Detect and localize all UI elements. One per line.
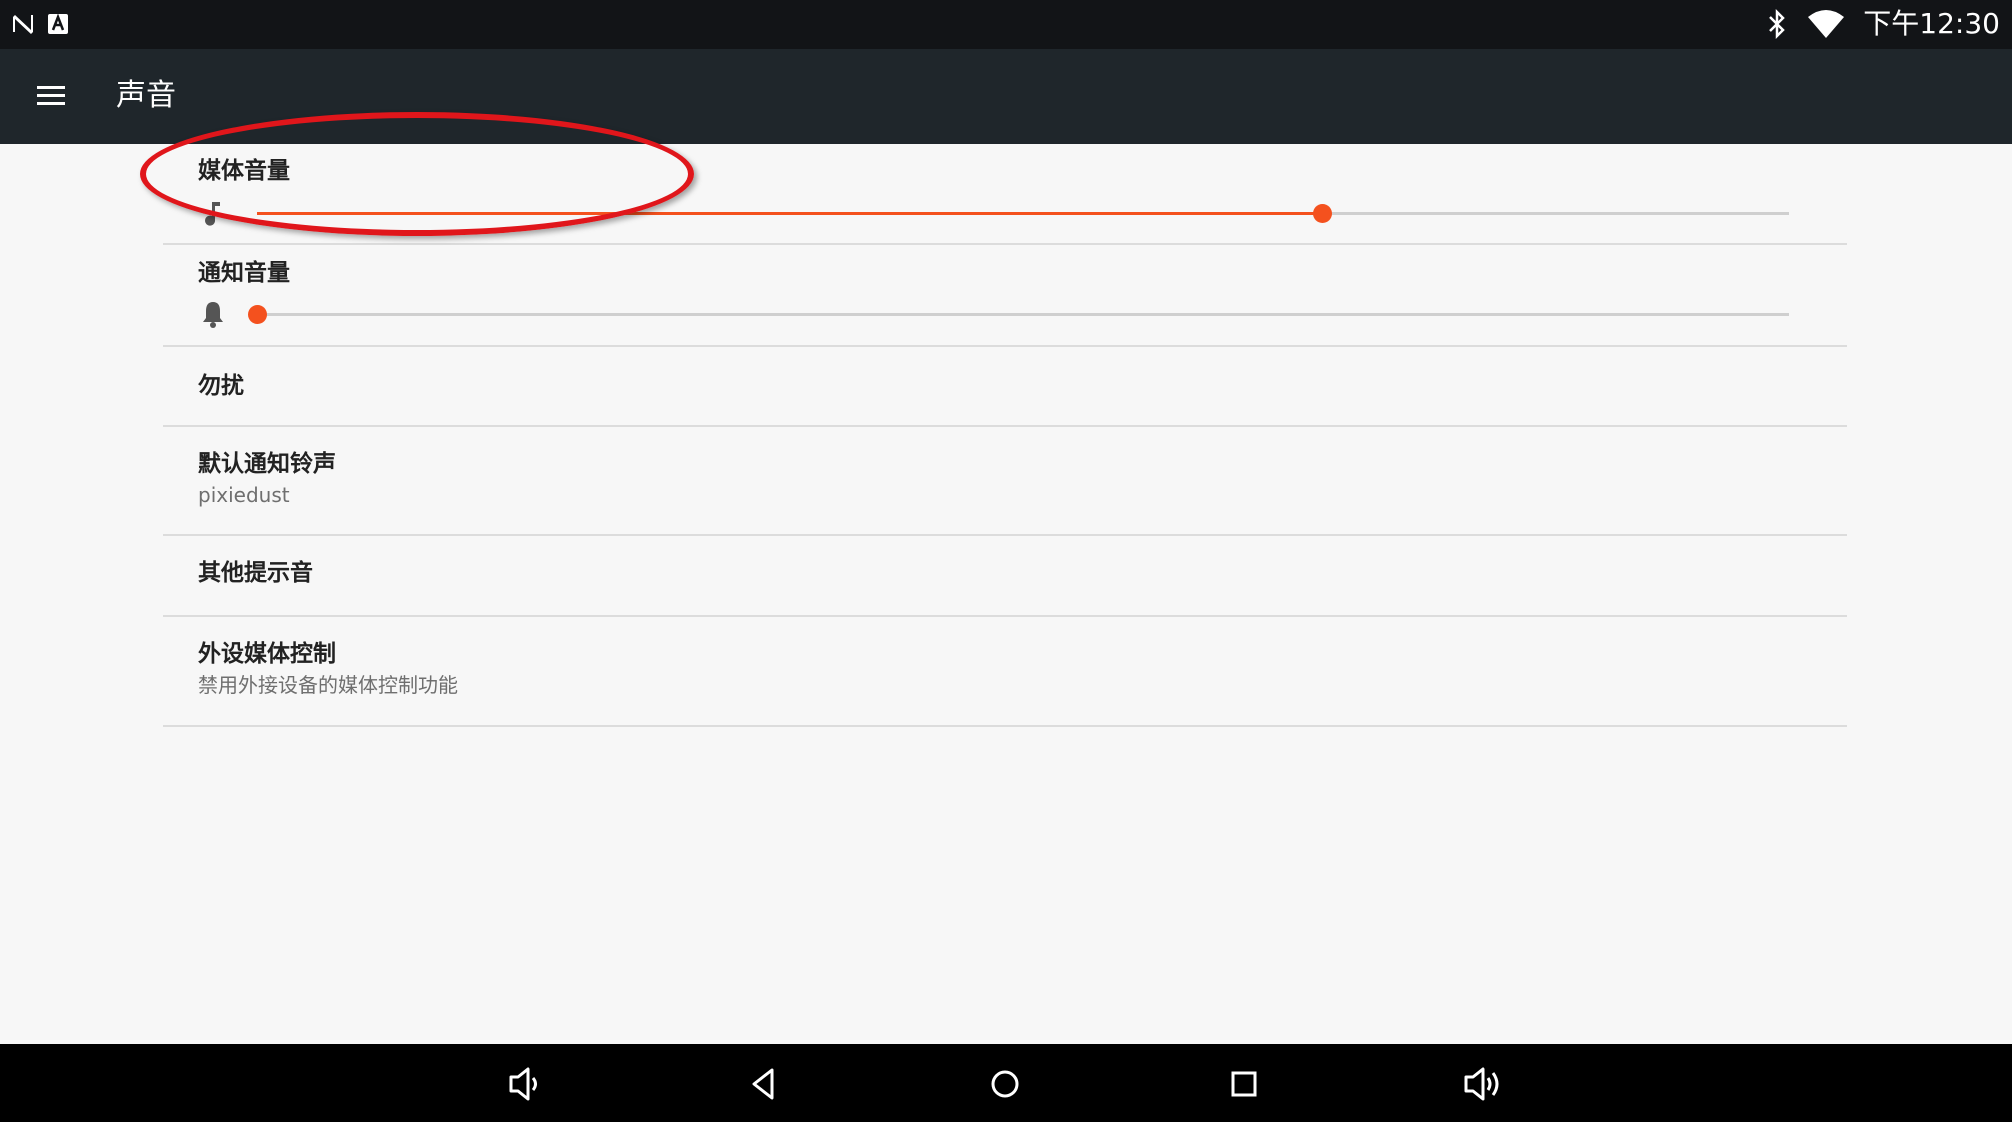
default-ringtone-row[interactable]: 默认通知铃声 pixiedust bbox=[163, 427, 1847, 536]
wifi-icon bbox=[1808, 10, 1845, 38]
default-ringtone-title: 默认通知铃声 bbox=[198, 451, 336, 477]
a-notification-icon bbox=[48, 13, 68, 34]
notification-volume-title: 通知音量 bbox=[198, 260, 290, 286]
media-volume-slider[interactable] bbox=[257, 204, 1789, 223]
media-volume-row: 媒体音量 bbox=[163, 144, 1847, 245]
bell-icon bbox=[203, 302, 223, 328]
page-title: 声音 bbox=[116, 78, 176, 113]
other-sounds-title: 其他提示音 bbox=[198, 560, 313, 586]
media-volume-thumb[interactable] bbox=[1312, 204, 1332, 223]
media-controls-subtitle: 禁用外接设备的媒体控制功能 bbox=[198, 673, 458, 697]
other-sounds-row[interactable]: 其他提示音 bbox=[163, 536, 1847, 617]
hamburger-menu-icon[interactable] bbox=[31, 75, 71, 115]
notification-volume-row: 通知音量 bbox=[163, 245, 1847, 347]
notification-volume-thumb[interactable] bbox=[248, 305, 267, 324]
app-bar: 声音 bbox=[0, 49, 2012, 144]
dnd-title: 勿扰 bbox=[198, 373, 244, 399]
status-time: 下午12:30 bbox=[1863, 7, 2000, 40]
media-volume-fill bbox=[257, 212, 1322, 215]
back-icon[interactable] bbox=[742, 1061, 788, 1107]
media-controls-row[interactable]: 外设媒体控制 禁用外接设备的媒体控制功能 bbox=[163, 617, 1847, 727]
screen: 下午12:30 声音 媒体音量 通知音量 勿扰 默认通知铃声 pixiedust… bbox=[0, 0, 2012, 1122]
media-volume-title: 媒体音量 bbox=[198, 158, 290, 184]
recents-icon[interactable] bbox=[1221, 1061, 1267, 1107]
bluetooth-icon bbox=[1769, 8, 1786, 40]
media-controls-title: 外设媒体控制 bbox=[198, 641, 336, 667]
nav-bar bbox=[0, 1044, 2012, 1122]
dnd-row[interactable]: 勿扰 bbox=[163, 347, 1847, 427]
volume-down-icon[interactable] bbox=[503, 1061, 549, 1107]
music-note-icon bbox=[205, 202, 220, 226]
notification-volume-slider[interactable] bbox=[248, 305, 1789, 324]
status-bar: 下午12:30 bbox=[0, 0, 2012, 49]
default-ringtone-value: pixiedust bbox=[198, 483, 290, 507]
volume-up-icon[interactable] bbox=[1460, 1061, 1506, 1107]
home-icon[interactable] bbox=[982, 1061, 1028, 1107]
status-bar-left bbox=[11, 12, 69, 36]
settings-list: 媒体音量 通知音量 勿扰 默认通知铃声 pixiedust 其他提示音 外设媒体… bbox=[0, 144, 2012, 1044]
n-notification-icon bbox=[13, 15, 33, 34]
status-bar-right: 下午12:30 bbox=[1765, 6, 2000, 42]
